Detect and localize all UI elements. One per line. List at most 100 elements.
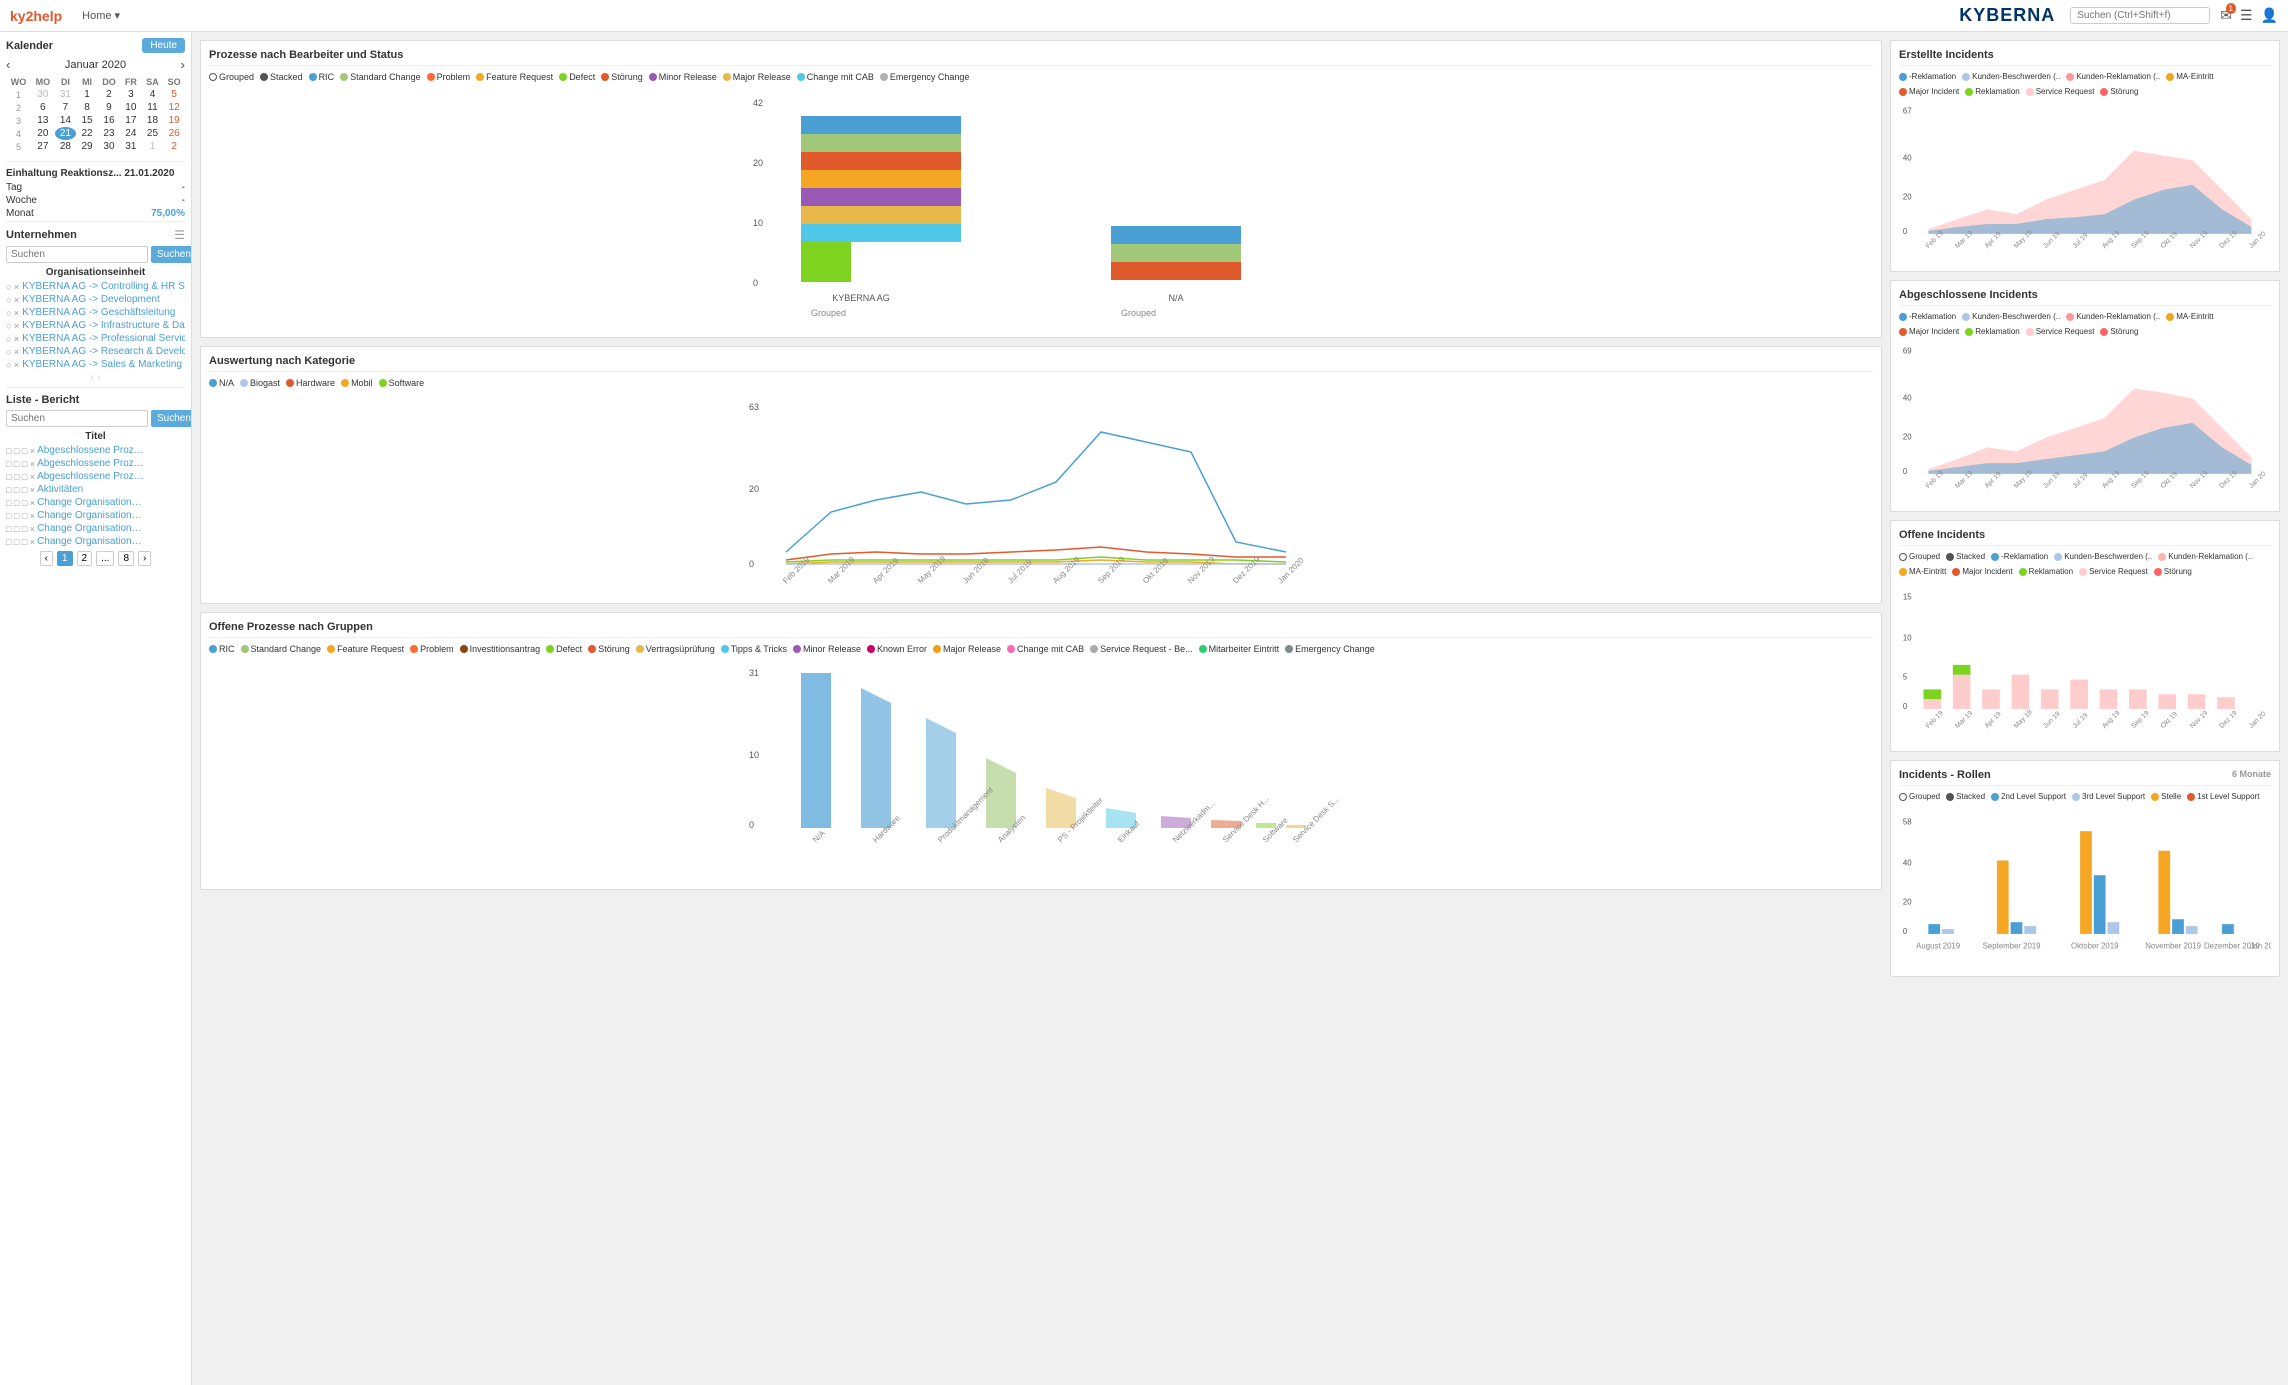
calendar-day[interactable]: 25 (142, 127, 164, 140)
legend-label: Software (389, 378, 425, 388)
calendar-day[interactable]: 11 (142, 101, 164, 114)
calendar-day[interactable]: 15 (76, 114, 98, 127)
org-item[interactable]: ○ ×KYBERNA AG -> Development (6, 294, 185, 305)
calendar-day[interactable]: 26 (163, 127, 185, 140)
org-item[interactable]: ○ ×KYBERNA AG -> Sales & Marketing (6, 359, 185, 370)
list-item-title[interactable]: Change Organisationer... (37, 523, 147, 534)
list-item-title[interactable]: Abgeschlossene Prozes... (37, 458, 147, 469)
legend-dot-icon (2166, 73, 2174, 81)
page-1-button[interactable]: 1 (57, 551, 73, 566)
legend-item: Vertragsüprüfung (636, 644, 715, 654)
legend-item: Kunden-Beschwerden (.. (1962, 312, 2060, 321)
search-input[interactable] (2070, 7, 2210, 24)
list-item-title[interactable]: Abgeschlossene Prozes... (37, 471, 147, 482)
menu-button[interactable]: ☰ (2240, 7, 2253, 24)
legend-item: Biogast (240, 378, 280, 388)
calendar-day[interactable]: 22 (76, 127, 98, 140)
legend-item: Stacked (1946, 792, 1985, 801)
calendar-day[interactable]: 17 (120, 114, 142, 127)
org-item[interactable]: ○ ×KYBERNA AG -> Professional Servic... (6, 333, 185, 344)
legend-label: MA-Eintritt (2176, 72, 2213, 81)
org-list: Organisationseinheit ○ ×KYBERNA AG -> Co… (6, 267, 185, 383)
legend-item: Grouped (1899, 552, 1940, 561)
company-search-row: Suchen (6, 246, 185, 263)
list-search-button[interactable]: Suchen (151, 410, 192, 427)
legend-item: Kunden-Beschwerden (.. (1962, 72, 2060, 81)
svg-text:0: 0 (753, 278, 758, 288)
legend-item: Störung (2100, 327, 2138, 336)
calendar-day[interactable]: 12 (163, 101, 185, 114)
calendar-day[interactable]: 5 (163, 88, 185, 101)
legend-item: Standard Change (340, 72, 421, 82)
list-item-icons: □ □ □ × (6, 446, 35, 456)
calendar-day[interactable]: 2 (163, 140, 185, 153)
org-item[interactable]: ○ ×KYBERNA AG -> Controlling & HR Se... (6, 281, 185, 292)
legend-item: Störung (588, 644, 630, 654)
calendar-day[interactable]: 30 (31, 88, 55, 101)
page-8-button[interactable]: 8 (118, 551, 134, 566)
svg-text:67: 67 (1903, 106, 1912, 115)
legend-circle-icon (1899, 793, 1907, 801)
calendar-day[interactable]: 31 (120, 140, 142, 153)
company-title: Unternehmen (6, 229, 77, 241)
legend-dot-icon (2026, 88, 2034, 96)
calendar-day[interactable]: 1 (142, 140, 164, 153)
org-item-label: KYBERNA AG -> Controlling & HR Se... (22, 281, 185, 292)
calendar-day[interactable]: 4 (142, 88, 164, 101)
user-button[interactable]: 👤 (2261, 7, 2278, 24)
calendar-day[interactable]: 30 (98, 140, 120, 153)
calendar-day[interactable]: 21 (55, 127, 77, 140)
prev-page-button[interactable]: ‹ (40, 551, 53, 566)
legend-label: Vertragsüprüfung (646, 644, 715, 654)
calendar-day[interactable]: 20 (31, 127, 55, 140)
company-menu-icon[interactable]: ☰ (174, 228, 185, 242)
legend-dot-icon (309, 73, 317, 81)
svg-text:20: 20 (1903, 898, 1912, 907)
list-item-title[interactable]: Abgeschlossene Prozes... (37, 445, 147, 456)
calendar-day[interactable]: 3 (120, 88, 142, 101)
calendar-day[interactable]: 23 (98, 127, 120, 140)
legend-item: Kunden-Reklamation (.. (2158, 552, 2252, 561)
calendar-day[interactable]: 18 (142, 114, 164, 127)
company-search-input[interactable] (6, 246, 148, 263)
legend-dot-icon (588, 645, 596, 653)
list-search-input[interactable] (6, 410, 148, 427)
list-item-title[interactable]: Change Organisationer... (37, 510, 147, 521)
calendar-day[interactable]: 19 (163, 114, 185, 127)
company-search-button[interactable]: Suchen (151, 246, 192, 263)
legend-item: Mitarbeiter Eintritt (1199, 644, 1280, 654)
legend-label: Service Request (2089, 567, 2148, 576)
calendar-day[interactable]: 9 (98, 101, 120, 114)
today-button[interactable]: Heute (142, 38, 185, 53)
next-page-button[interactable]: › (138, 551, 151, 566)
org-item[interactable]: ○ ×KYBERNA AG -> Infrastructure & Da... (6, 320, 185, 331)
org-item[interactable]: ○ ×KYBERNA AG -> Geschäftsleitung (6, 307, 185, 318)
org-item[interactable]: ○ ×KYBERNA AG -> Research & Develop... (6, 346, 185, 357)
prev-month-button[interactable]: ‹ (6, 57, 10, 72)
calendar-day[interactable]: 13 (31, 114, 55, 127)
calendar-day[interactable]: 2 (98, 88, 120, 101)
auswertung-legend: N/ABiogastHardwareMobilSoftware (209, 378, 1873, 388)
list-item-title[interactable]: Change Organisationer... (37, 536, 147, 547)
calendar-day[interactable]: 14 (55, 114, 77, 127)
next-month-button[interactable]: › (181, 57, 185, 72)
calendar-day[interactable]: 7 (55, 101, 77, 114)
page-2-button[interactable]: 2 (77, 551, 93, 566)
svg-text:Nov 2019: Nov 2019 (1186, 554, 1217, 585)
calendar-day[interactable]: 10 (120, 101, 142, 114)
list-item-title[interactable]: Aktivitäten (37, 484, 83, 495)
calendar-day[interactable]: 6 (31, 101, 55, 114)
calendar-day[interactable]: 8 (76, 101, 98, 114)
calendar-day[interactable]: 1 (76, 88, 98, 101)
nav-home[interactable]: Home ▾ (82, 9, 120, 22)
notifications-button[interactable]: ✉1 (2220, 7, 2232, 24)
calendar-day[interactable]: 31 (55, 88, 77, 101)
calendar-day[interactable]: 27 (31, 140, 55, 153)
legend-item: Defect (559, 72, 595, 82)
calendar-day[interactable]: 16 (98, 114, 120, 127)
calendar-day[interactable]: 24 (120, 127, 142, 140)
legend-dot-icon (2151, 793, 2159, 801)
list-item-title[interactable]: Change Organisationer... (37, 497, 147, 508)
calendar-day[interactable]: 28 (55, 140, 77, 153)
calendar-day[interactable]: 29 (76, 140, 98, 153)
